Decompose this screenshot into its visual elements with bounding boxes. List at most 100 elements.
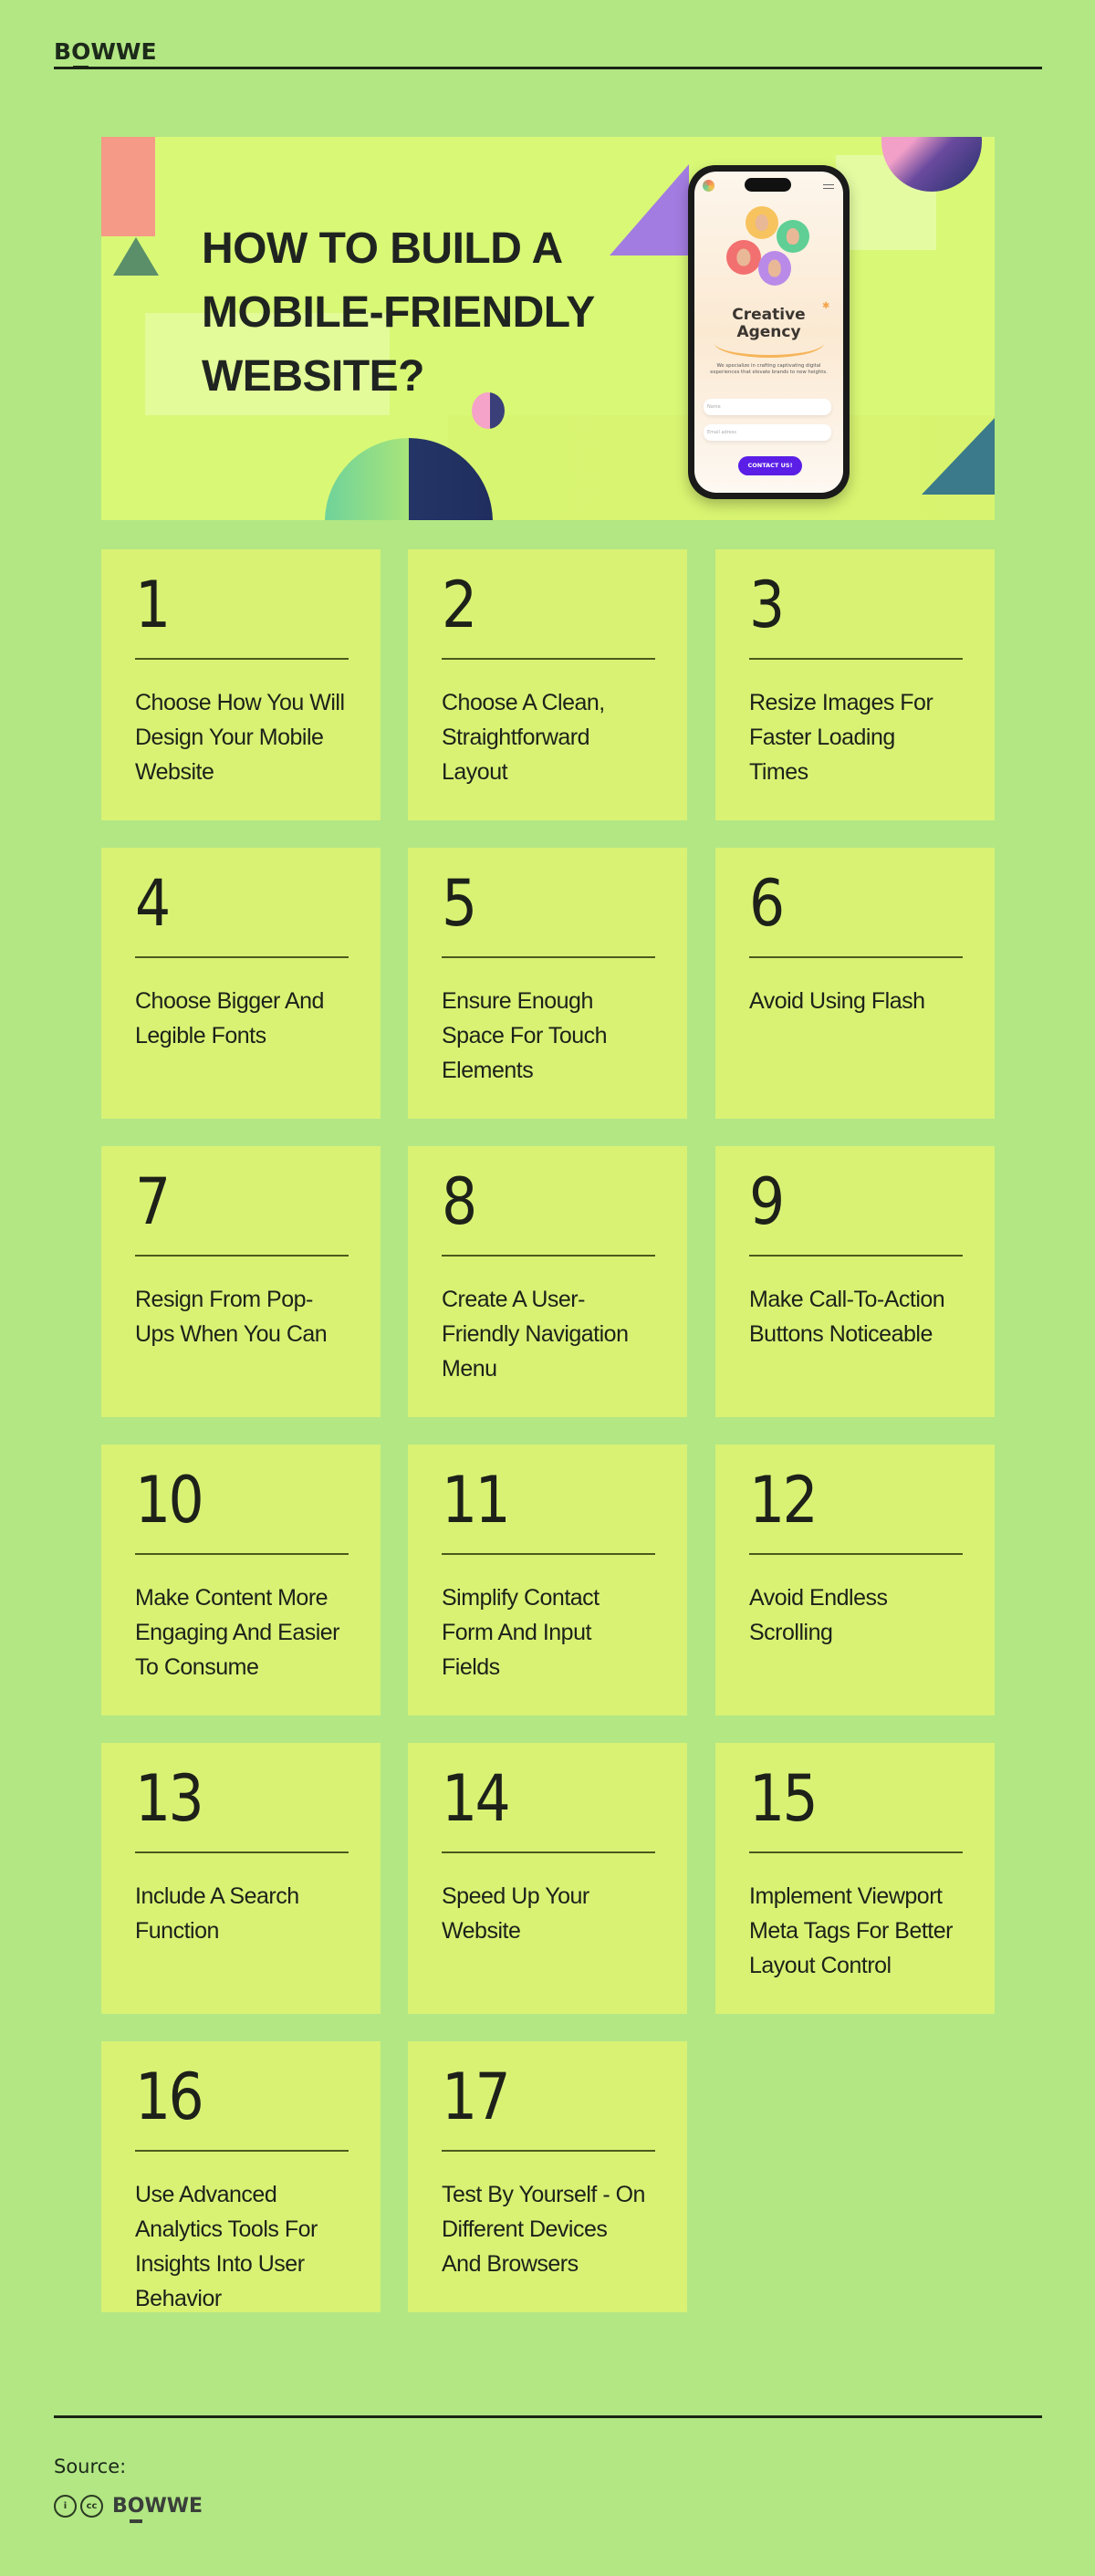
step-card: 8 Create A User- Friendly Navigation Menu [408, 1146, 687, 1417]
step-description-line: Different Devices [442, 2216, 608, 2242]
brand-logo-b: B [54, 38, 72, 65]
decor-teal-triangle [922, 418, 995, 495]
step-description-line: Make Call-To-Action [749, 1287, 945, 1312]
step-number: 13 [135, 1761, 204, 1836]
step-card: 4 Choose Bigger And Legible Fonts [101, 848, 381, 1119]
step-description-line: Choose Bigger And [135, 988, 324, 1014]
footer-brand-logo: BOWWE [112, 2494, 203, 2523]
phone-screen: ✱ Creative Agency We specialize in craft… [694, 172, 843, 493]
step-divider [135, 1255, 349, 1257]
step-divider [135, 1553, 349, 1555]
avatar-face [786, 228, 800, 245]
step-divider [442, 658, 655, 660]
step-card: 2 Choose A Clean, Straightforward Layout [408, 549, 687, 820]
step-divider [135, 2150, 349, 2152]
phone-notch [745, 178, 791, 192]
email-field[interactable]: Email adress [704, 424, 831, 441]
attribution-icon: i [54, 2495, 77, 2518]
step-divider [442, 2150, 655, 2152]
step-number: 6 [749, 866, 785, 941]
step-card: 7 Resign From Pop- Ups When You Can [101, 1146, 381, 1417]
step-card: 15 Implement Viewport Meta Tags For Better… [715, 1743, 995, 2014]
step-card: 5 Ensure Enough Space For Touch Elements [408, 848, 687, 1119]
brand-logo: BOWWE [54, 38, 157, 69]
step-description-line: Engaging And Easier [135, 1620, 340, 1645]
name-field[interactable]: Name [704, 399, 831, 415]
step-card: 14 Speed Up Your Website [408, 1743, 687, 2014]
title-line: MOBILE-FRIENDLY [202, 288, 595, 337]
step-description: Ensure Enough Space For Touch Elements [442, 984, 661, 1088]
step-description-line: Layout [442, 759, 508, 785]
avatar-face [736, 248, 751, 266]
step-description: Resize Images For Faster Loading Times [749, 685, 968, 789]
step-description-line: Elements [442, 1058, 534, 1083]
step-description: Make Call-To-Action Buttons Noticeable [749, 1282, 968, 1351]
step-description-line: Resize Images For [749, 690, 933, 715]
decor-green-triangle [113, 237, 159, 276]
step-card: 16 Use Advanced Analytics Tools For Insight… [101, 2041, 381, 2312]
step-card: 10 Make Content More Engaging And Easier To… [101, 1444, 381, 1716]
step-description: Choose A Clean, Straightforward Layout [442, 685, 661, 789]
step-divider [442, 956, 655, 958]
step-number: 16 [135, 2060, 204, 2134]
step-divider [135, 956, 349, 958]
step-card: 3 Resize Images For Faster Loading Times [715, 549, 995, 820]
step-divider [135, 1851, 349, 1853]
step-description-line: Ups When You Can [135, 1321, 328, 1347]
step-description: Choose Bigger And Legible Fonts [135, 984, 354, 1053]
step-description-line: Meta Tags For Better [749, 1918, 953, 1944]
header-divider [54, 67, 1042, 69]
step-number: 17 [442, 2060, 511, 2134]
step-card: 1 Choose How You Will Design Your Mobile We… [101, 549, 381, 820]
phone-headline-line: Creative [732, 306, 806, 324]
step-description-line: Menu [442, 1356, 497, 1382]
agency-logo-icon [703, 180, 714, 192]
step-card: 11 Simplify Contact Form And Input Fields [408, 1444, 687, 1716]
step-number: 1 [135, 568, 171, 642]
phone-mockup: ✱ Creative Agency We specialize in craft… [688, 165, 850, 499]
avatar [758, 251, 791, 286]
step-divider [442, 1851, 655, 1853]
phone-headline: Creative Agency [694, 307, 843, 341]
step-description-line: Implement Viewport [749, 1883, 943, 1909]
step-description: Choose How You Will Design Your Mobile Web… [135, 685, 354, 789]
step-number: 7 [135, 1164, 171, 1239]
step-description-line: Times [749, 759, 808, 785]
footer-credits: i cc BOWWE [54, 2494, 203, 2523]
step-description-line: Straightforward [442, 725, 590, 750]
step-description-line: Friendly Navigation [442, 1321, 629, 1347]
page-title: HOW TO BUILD A MOBILE-FRIENDLY WEBSITE? [202, 217, 595, 409]
brand-logo-b: B [112, 2494, 128, 2518]
step-description-line: Create A User- [442, 1287, 585, 1312]
step-number: 12 [749, 1463, 819, 1538]
avatar [726, 240, 761, 275]
step-number: 8 [442, 1164, 477, 1239]
contact-button[interactable]: CONTACT US! [738, 456, 802, 475]
title-line: WEBSITE? [202, 352, 424, 401]
step-divider [442, 1255, 655, 1257]
step-description-line: Website [442, 1918, 521, 1944]
step-divider [749, 1553, 963, 1555]
step-description-line: And Browsers [442, 2251, 579, 2277]
step-description-line: Test By Yourself - On [442, 2182, 645, 2207]
decor-arc [714, 343, 824, 358]
step-card: 9 Make Call-To-Action Buttons Noticeable [715, 1146, 995, 1417]
cc-icon: cc [80, 2495, 103, 2518]
step-description: Avoid Endless Scrolling [749, 1580, 968, 1650]
step-description-line: Design Your Mobile [135, 725, 324, 750]
step-divider [135, 658, 349, 660]
step-number: 5 [442, 866, 477, 941]
step-description: Test By Yourself - On Different Devices An… [442, 2177, 661, 2281]
step-card: 12 Avoid Endless Scrolling [715, 1444, 995, 1716]
step-description: Make Content More Engaging And Easier To C… [135, 1580, 354, 1684]
step-description: Resign From Pop- Ups When You Can [135, 1282, 354, 1351]
step-description-line: Scrolling [749, 1620, 833, 1645]
step-divider [749, 658, 963, 660]
step-divider [749, 1851, 963, 1853]
step-description: Create A User- Friendly Navigation Menu [442, 1282, 661, 1386]
step-description: Simplify Contact Form And Input Fields [442, 1580, 661, 1684]
step-description-line: Use Advanced [135, 2182, 277, 2207]
step-description-line: Simplify Contact [442, 1585, 600, 1611]
step-description-line: Analytics Tools For [135, 2216, 318, 2242]
avatar-face [755, 214, 769, 231]
